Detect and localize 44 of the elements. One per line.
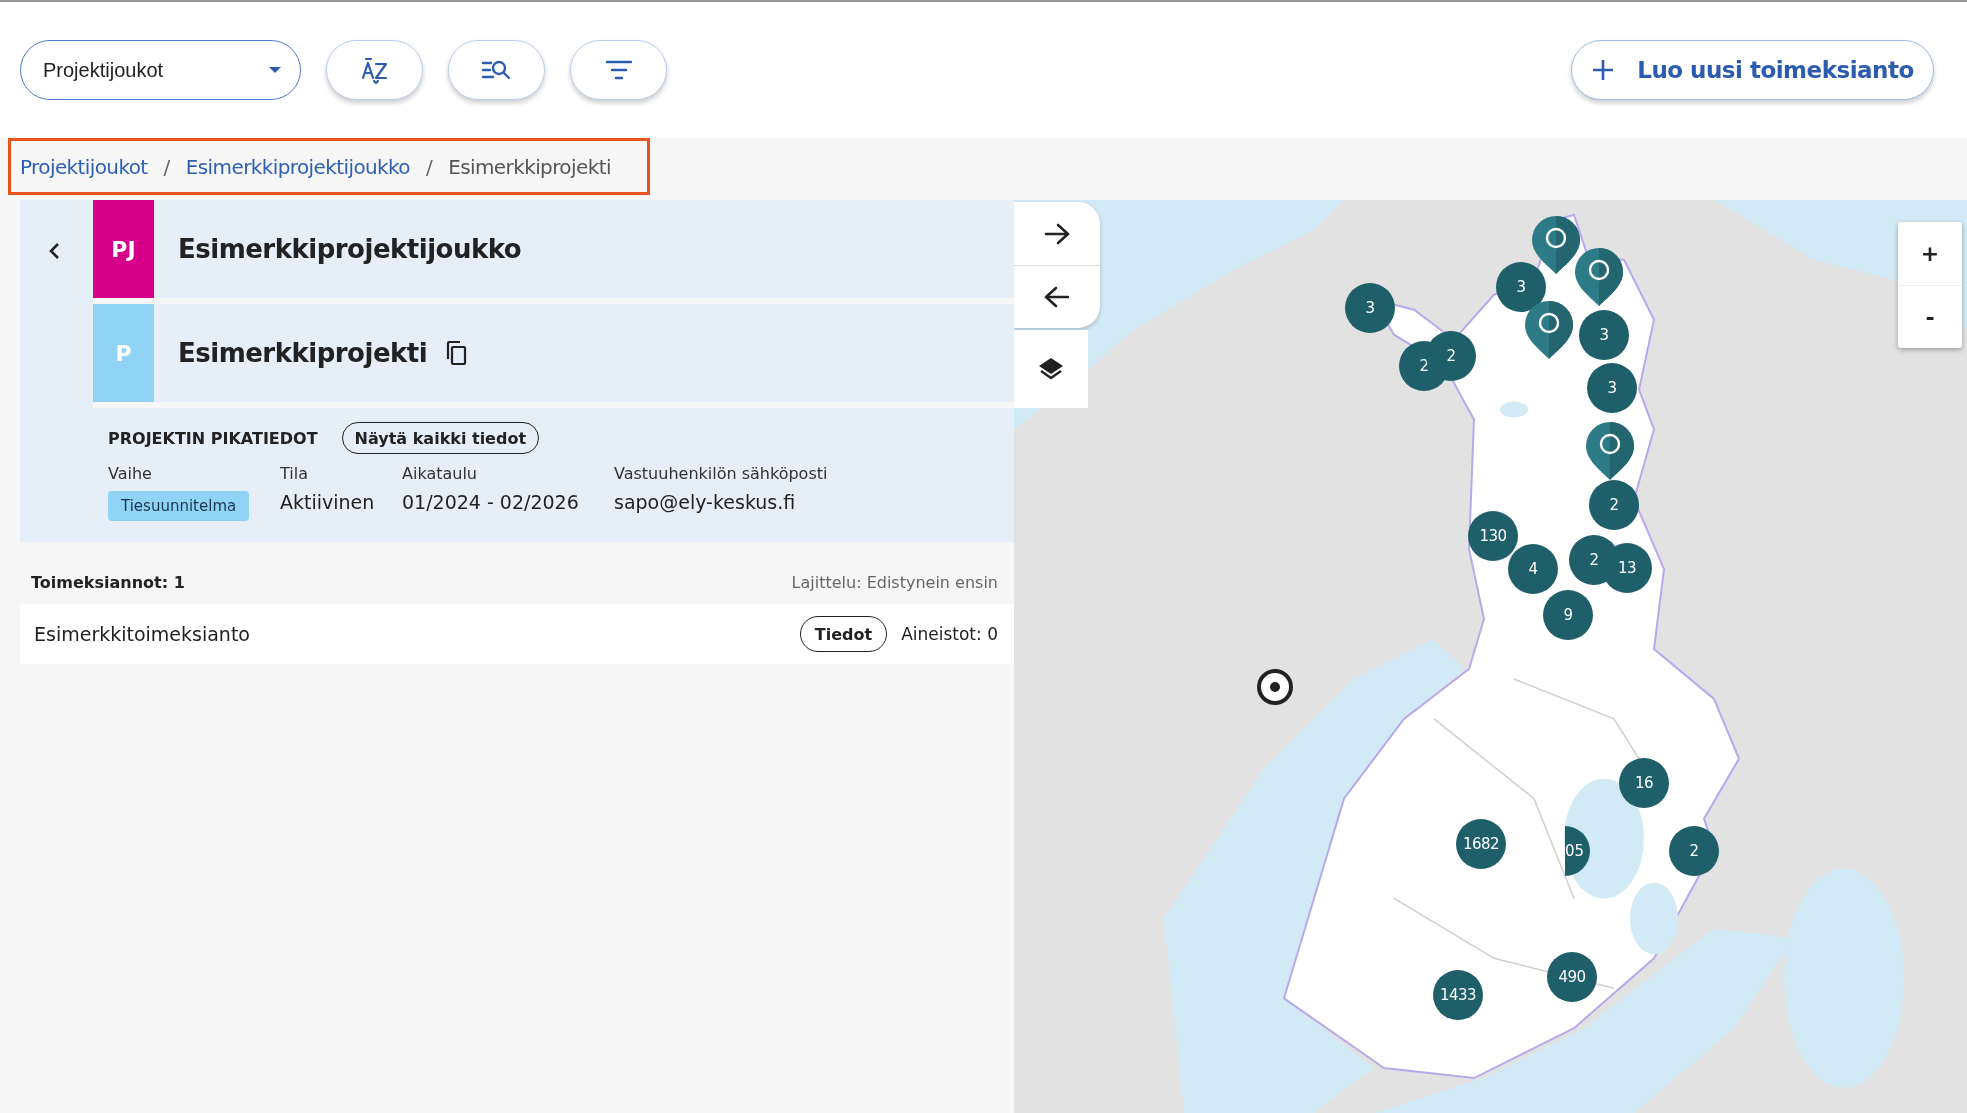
section-title: PROJEKTIN PIKATIEDOT <box>108 428 318 448</box>
group-select[interactable]: Projektijoukot <box>20 40 301 100</box>
location-pin[interactable] <box>1584 420 1636 482</box>
field-label: Vaihe <box>108 464 153 483</box>
search-button[interactable] <box>448 40 545 100</box>
location-pin[interactable] <box>1530 214 1582 276</box>
location-pin[interactable] <box>1523 299 1575 361</box>
sort-az-icon <box>359 55 390 85</box>
zoom-in-button[interactable]: + <box>1898 222 1962 285</box>
details-button[interactable]: Tiedot <box>799 616 888 652</box>
chevron-left-icon <box>48 242 60 260</box>
sort-label[interactable]: Lajittelu: Edistynein ensin <box>791 572 998 592</box>
plus-icon <box>1591 58 1616 82</box>
assignment-row[interactable]: Esimerkkitoimeksianto Tiedot Aineistot: 0 <box>20 604 1014 664</box>
breadcrumb-link[interactable]: Esimerkkiprojektijoukko <box>185 154 410 179</box>
filter-icon <box>604 59 633 81</box>
breadcrumb-link[interactable]: Projektijoukot <box>20 154 148 179</box>
breadcrumb-separator: / <box>163 154 170 179</box>
arrow-left-icon <box>1043 285 1071 309</box>
materials-count: Aineistot: 0 <box>901 624 998 644</box>
project-group-name: Esimerkkiprojektijoukko <box>178 234 522 264</box>
create-assignment-button[interactable]: Luo uusi toimeksianto <box>1571 40 1934 100</box>
assignment-name: Esimerkkitoimeksianto <box>34 623 251 645</box>
assignment-count: Toimeksiannot: 1 <box>31 572 185 592</box>
layers-button[interactable] <box>1014 330 1088 408</box>
arrow-right-icon <box>1043 221 1071 246</box>
locate-icon[interactable] <box>1254 666 1296 708</box>
caret-icon <box>268 66 282 74</box>
zoom-out-button[interactable]: - <box>1898 285 1962 348</box>
field-value: 01/2024 - 02/2026 <box>402 491 580 515</box>
initials-badge: PJ <box>93 200 154 298</box>
field-label: Tila <box>280 464 309 483</box>
field-label: Aikataulu <box>402 464 478 483</box>
project-name: Esimerkkiprojekti <box>178 338 428 368</box>
sort-button[interactable] <box>326 40 423 100</box>
location-pin[interactable] <box>1573 246 1625 308</box>
field-label: Vastuuhenkilön sähköposti <box>614 464 829 483</box>
phase-tag: Tiesuunnitelma <box>108 491 250 521</box>
breadcrumb-separator: / <box>426 154 433 179</box>
copy-icon[interactable] <box>445 340 468 366</box>
initials-badge: P <box>93 304 154 402</box>
field-value: sapo@ely-keskus.fi <box>614 491 797 515</box>
field-value: Aktiivinen <box>280 491 376 515</box>
breadcrumb-current: Esimerkkiprojekti <box>448 154 611 179</box>
